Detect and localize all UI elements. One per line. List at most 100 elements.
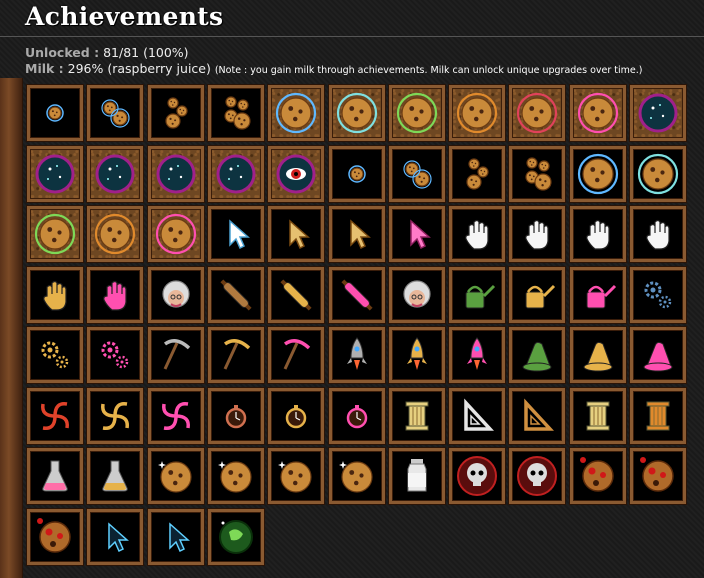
- achievement-cookie-ring-blue[interactable]: [570, 146, 626, 202]
- achievement-hand-pink[interactable]: [87, 267, 143, 323]
- flask-gold-icon: [102, 460, 128, 492]
- achievement-gears-gold[interactable]: [27, 327, 83, 383]
- achievement-watering-can-green[interactable]: [449, 267, 505, 323]
- achievement-wizard-hat-green[interactable]: [509, 327, 565, 383]
- achievement-cookie-3[interactable]: [148, 85, 204, 141]
- achievement-hand-gold[interactable]: [27, 267, 83, 323]
- achievement-cookie-ring-green[interactable]: [27, 206, 83, 262]
- achievement-hand-white[interactable]: [449, 206, 505, 262]
- achievement-cookie-1[interactable]: [329, 146, 385, 202]
- achievement-set-square-white[interactable]: [449, 388, 505, 444]
- achievement-cookie-ring-red[interactable]: [509, 85, 565, 141]
- achievement-cookie-ring-cyan[interactable]: [329, 85, 385, 141]
- achievement-galaxy-orb[interactable]: [630, 85, 686, 141]
- achievement-cookie-sparkle[interactable]: [329, 448, 385, 504]
- achievement-milk-bottle[interactable]: [389, 448, 445, 504]
- achievement-cookie-3[interactable]: [449, 146, 505, 202]
- achievement-cursor-gold[interactable]: [329, 206, 385, 262]
- achievement-portal-red[interactable]: [27, 388, 83, 444]
- achievement-portal-gold[interactable]: [87, 388, 143, 444]
- achievement-stopwatch-gold[interactable]: [268, 388, 324, 444]
- rolling-pin-pink-icon: [341, 279, 373, 311]
- achievement-gears-pink[interactable]: [87, 327, 143, 383]
- achievement-cookie-ring-cyan[interactable]: [630, 146, 686, 202]
- achievement-pickaxe-gold[interactable]: [208, 327, 264, 383]
- achievement-skull-red[interactable]: [449, 448, 505, 504]
- achievement-cursor-blue-outline[interactable]: [87, 509, 143, 565]
- achievement-rolling-pin-gold[interactable]: [268, 267, 324, 323]
- unlocked-value: 81/81 (100%): [103, 45, 189, 60]
- cookie-burnt-icon: [580, 457, 614, 492]
- pickaxe-gray-icon: [163, 339, 191, 370]
- achievement-cookie-sparkle[interactable]: [148, 448, 204, 504]
- achievement-pickaxe-pink[interactable]: [268, 327, 324, 383]
- achievement-cookie-2[interactable]: [87, 85, 143, 141]
- achievement-galaxy-orb[interactable]: [208, 146, 264, 202]
- watering-can-pink-icon: [586, 284, 617, 309]
- achievement-cursor-blue-outline[interactable]: [148, 509, 204, 565]
- page-title: Achievements: [25, 2, 224, 31]
- achievement-wizard-hat-pink[interactable]: [630, 327, 686, 383]
- achievement-cursor-pink[interactable]: [389, 206, 445, 262]
- achievement-watering-can-gold[interactable]: [509, 267, 565, 323]
- achievement-pillar-orange[interactable]: [630, 388, 686, 444]
- achievement-hand-white[interactable]: [630, 206, 686, 262]
- achievement-cursor-white[interactable]: [208, 206, 264, 262]
- achievement-wizard-hat-gold[interactable]: [570, 327, 626, 383]
- achievement-cookie-1[interactable]: [27, 85, 83, 141]
- achievement-gears-blue[interactable]: [630, 267, 686, 323]
- pillar-gold-icon: [586, 401, 610, 431]
- achievement-watering-can-pink[interactable]: [570, 267, 626, 323]
- achievement-hand-white[interactable]: [570, 206, 626, 262]
- achievement-skull-red[interactable]: [509, 448, 565, 504]
- achievement-cookie-4[interactable]: [208, 85, 264, 141]
- pickaxe-gold-icon: [223, 339, 251, 370]
- achievement-cookie-ring-orange[interactable]: [449, 85, 505, 141]
- galaxy-orb-icon: [156, 154, 196, 194]
- achievement-cookie-ring-blue[interactable]: [268, 85, 324, 141]
- achievement-cursor-gold[interactable]: [268, 206, 324, 262]
- achievement-rocket-gray[interactable]: [329, 327, 385, 383]
- gears-gold-icon: [41, 341, 69, 369]
- achievement-galaxy-orb[interactable]: [27, 146, 83, 202]
- achievement-pillar-gold[interactable]: [570, 388, 626, 444]
- achievement-flask-gold[interactable]: [87, 448, 143, 504]
- achievement-rolling-pin-brown[interactable]: [208, 267, 264, 323]
- achievement-rocket-gold[interactable]: [389, 327, 445, 383]
- achievement-eye-orb[interactable]: [268, 146, 324, 202]
- achievement-portal-pink[interactable]: [148, 388, 204, 444]
- achievement-grandma[interactable]: [148, 267, 204, 323]
- grandma-icon: [162, 280, 190, 308]
- achievement-cookie-ring-pink[interactable]: [148, 206, 204, 262]
- achievement-cookie-ring-pink[interactable]: [570, 85, 626, 141]
- achievement-rocket-pink[interactable]: [449, 327, 505, 383]
- achievement-pickaxe-gray[interactable]: [148, 327, 204, 383]
- achievement-galaxy-orb[interactable]: [87, 146, 143, 202]
- achievement-cookie-ring-green[interactable]: [389, 85, 445, 141]
- achievement-pillar-gold[interactable]: [389, 388, 445, 444]
- gears-blue-icon: [644, 281, 672, 309]
- achievement-cookie-2[interactable]: [389, 146, 445, 202]
- achievement-flask-pink[interactable]: [27, 448, 83, 504]
- cookie-sparkle-icon: [339, 461, 373, 493]
- achievement-stopwatch-pink[interactable]: [329, 388, 385, 444]
- achievement-hand-white[interactable]: [509, 206, 565, 262]
- cookie-sparkle-icon: [158, 461, 192, 493]
- achievement-cookie-sparkle[interactable]: [268, 448, 324, 504]
- achievement-grandma[interactable]: [389, 267, 445, 323]
- achievement-stopwatch-red[interactable]: [208, 388, 264, 444]
- achievement-cookie-burnt[interactable]: [570, 448, 626, 504]
- skull-red-icon: [517, 456, 557, 496]
- achievement-green-orb[interactable]: [208, 509, 264, 565]
- achievement-cookie-sparkle[interactable]: [208, 448, 264, 504]
- achievement-cookie-burnt[interactable]: [630, 448, 686, 504]
- achievement-cookie-4[interactable]: [509, 146, 565, 202]
- achievement-cookie-burnt[interactable]: [27, 509, 83, 565]
- achievement-galaxy-orb[interactable]: [148, 146, 204, 202]
- hand-white-icon: [586, 219, 610, 250]
- achievement-rolling-pin-pink[interactable]: [329, 267, 385, 323]
- rocket-gray-icon: [347, 337, 367, 370]
- stopwatch-pink-icon: [346, 405, 368, 429]
- achievement-set-square-gold[interactable]: [509, 388, 565, 444]
- achievement-cookie-ring-orange[interactable]: [87, 206, 143, 262]
